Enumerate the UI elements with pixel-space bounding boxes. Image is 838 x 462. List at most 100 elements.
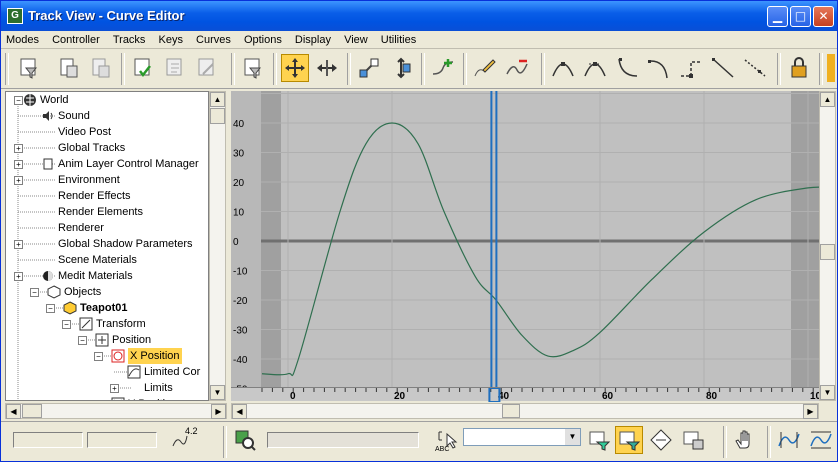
menu-view[interactable]: View [339, 31, 373, 49]
scroll-right-icon[interactable]: ▶ [211, 404, 226, 419]
filters-icon[interactable] [15, 54, 43, 82]
move-keys-icon[interactable] [281, 54, 309, 82]
zoom-horizontal-extents-icon[interactable] [775, 426, 803, 454]
tangent-linear-icon[interactable] [709, 54, 737, 82]
zoom-value-extents-icon[interactable] [807, 426, 835, 454]
tree-item[interactable]: Objects [64, 284, 101, 300]
tree-item[interactable]: Medit Materials [58, 268, 133, 284]
menu-modes[interactable]: Modes [1, 31, 44, 49]
collapse-icon[interactable]: − [94, 352, 103, 361]
expand-icon[interactable]: + [14, 144, 23, 153]
menu-curves[interactable]: Curves [191, 31, 236, 49]
scroll-left-icon[interactable]: ◀ [6, 404, 21, 419]
draw-curves-icon[interactable] [471, 54, 499, 82]
minimize-button[interactable]: ▁ [767, 6, 788, 27]
curve-graph[interactable]: 403020100-10-20-30-40-50 [231, 91, 819, 387]
tree-item[interactable]: World [40, 92, 69, 108]
scroll-thumb[interactable] [502, 404, 520, 418]
slide-keys-icon[interactable] [313, 54, 341, 82]
expand-icon[interactable]: + [14, 272, 23, 281]
maximize-button[interactable]: □ [790, 6, 811, 27]
tree-item[interactable]: Global Tracks [58, 140, 125, 156]
collapse-icon[interactable]: − [62, 320, 71, 329]
tree-item[interactable]: Video Post [58, 124, 111, 140]
key-stats-dropdown[interactable]: ▼ [463, 428, 581, 446]
title-bar[interactable]: G Track View - Curve Editor ▁ □ ✕ [1, 1, 837, 31]
scroll-down-icon[interactable]: ▼ [820, 385, 835, 400]
add-keys-icon[interactable] [429, 54, 457, 82]
tangent-step-icon[interactable] [677, 54, 705, 82]
menu-controller[interactable]: Controller [47, 31, 105, 49]
delete-controller-icon[interactable] [161, 54, 189, 82]
zoom-selected-icon[interactable] [231, 426, 259, 454]
tree-item[interactable]: Anim Layer Control Manager [58, 156, 199, 172]
collapse-icon[interactable]: − [78, 336, 87, 345]
tree-horizontal-scrollbar[interactable]: ◀ ▶ [5, 403, 227, 419]
scroll-thumb[interactable] [820, 244, 835, 260]
lock-tangents-icon[interactable] [785, 54, 813, 82]
filter-animated-tracks-icon[interactable] [615, 426, 643, 454]
time-ruler[interactable]: 020406080100 [231, 387, 835, 403]
chevron-down-icon[interactable]: ▼ [565, 429, 580, 445]
controller-tree[interactable]: − World Sound Video Post + Global Tracks + Anim… [5, 91, 209, 401]
scale-values-icon[interactable] [387, 54, 415, 82]
close-button[interactable]: ✕ [813, 6, 834, 27]
tangent-smooth-icon[interactable] [741, 54, 769, 82]
value-field[interactable] [87, 432, 157, 448]
make-unique-icon[interactable] [193, 54, 221, 82]
collapse-icon[interactable]: − [30, 288, 39, 297]
menu-tracks[interactable]: Tracks [108, 31, 151, 49]
copy-track-icon[interactable] [55, 54, 83, 82]
scroll-right-icon[interactable]: ▶ [803, 404, 818, 419]
filter-selected-objects-icon[interactable] [647, 426, 675, 454]
tree-item[interactable]: Scene Materials [58, 252, 137, 268]
tree-item[interactable]: Render Elements [58, 204, 143, 220]
expand-icon[interactable]: + [14, 240, 23, 249]
tree-item[interactable]: Render Effects [58, 188, 131, 204]
tree-vertical-scrollbar[interactable]: ▲ ▼ [209, 91, 226, 401]
scroll-left-icon[interactable]: ◀ [232, 404, 247, 419]
show-curve-value-icon[interactable]: 4.2 [169, 426, 198, 454]
tree-item[interactable]: Limits [144, 380, 173, 396]
scale-keys-icon[interactable] [355, 54, 383, 82]
tangent-auto-icon[interactable] [549, 54, 577, 82]
toolbar-overflow[interactable] [827, 54, 835, 82]
tree-item[interactable]: Transform [96, 316, 146, 332]
tree-item[interactable]: X Position [128, 348, 182, 364]
graph-vertical-scrollbar[interactable]: ▲ ▼ [819, 91, 836, 401]
frame-field[interactable] [13, 432, 83, 448]
filter-controllers-icon[interactable] [679, 426, 707, 454]
menu-options[interactable]: Options [239, 31, 287, 49]
expand-icon[interactable]: + [14, 160, 23, 169]
tree-item[interactable]: Sound [58, 108, 90, 124]
tangent-slow-icon[interactable] [645, 54, 673, 82]
graph-horizontal-scrollbar[interactable]: ◀ ▶ [231, 403, 819, 419]
selection-name-field[interactable] [267, 432, 419, 448]
collapse-icon[interactable]: − [46, 304, 55, 313]
tangent-custom-icon[interactable] [581, 54, 609, 82]
scroll-down-icon[interactable]: ▼ [210, 385, 225, 400]
scroll-up-icon[interactable]: ▲ [820, 92, 835, 107]
menu-keys[interactable]: Keys [154, 31, 188, 49]
tree-item[interactable]: Limited Cor [144, 364, 200, 380]
select-by-name-icon[interactable]: ABC [433, 426, 461, 454]
menu-utilities[interactable]: Utilities [376, 31, 421, 49]
tree-item[interactable]: Position [112, 332, 151, 348]
paste-track-icon[interactable] [87, 54, 115, 82]
collapse-icon[interactable]: − [14, 96, 23, 105]
scroll-thumb[interactable] [22, 404, 42, 418]
tree-item[interactable]: Global Shadow Parameters [58, 236, 193, 252]
scroll-thumb[interactable] [210, 108, 225, 124]
expand-icon[interactable]: + [14, 176, 23, 185]
filter-selected-tracks-icon[interactable] [585, 426, 613, 454]
curve-graph-svg[interactable]: 403020100-10-20-30-40-50 [231, 91, 819, 387]
scroll-up-icon[interactable]: ▲ [210, 92, 225, 107]
pan-hand-icon[interactable] [731, 426, 759, 454]
reduce-keys-icon[interactable] [503, 54, 531, 82]
tree-item[interactable]: Renderer [58, 220, 104, 236]
filter-icon[interactable] [239, 54, 267, 82]
tree-item[interactable]: Environment [58, 172, 120, 188]
tangent-fast-icon[interactable] [613, 54, 641, 82]
expand-icon[interactable]: + [110, 384, 119, 393]
assign-controller-icon[interactable] [129, 54, 157, 82]
